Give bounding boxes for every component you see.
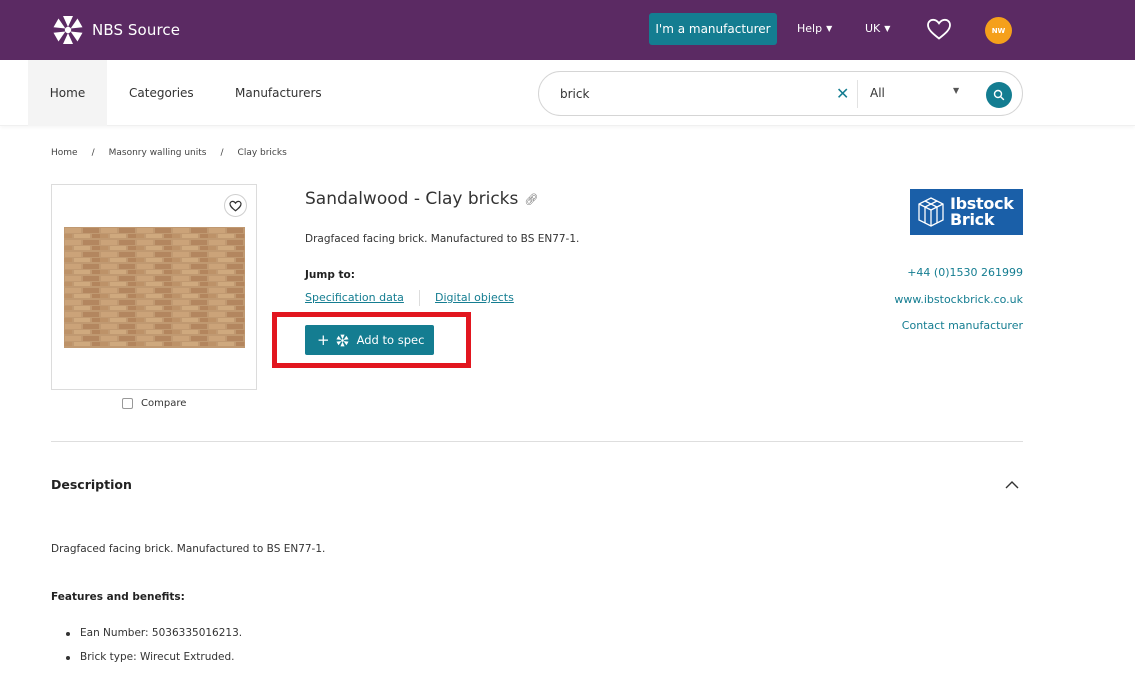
ibstock-cube-icon [918,197,944,227]
manufacturer-website[interactable]: www.ibstockbrick.co.uk [894,293,1023,306]
link-icon[interactable]: 🔗︎ [524,193,538,206]
product-title-text: Sandalwood - Clay bricks [305,189,519,209]
manufacturer-logo-text: Ibstock Brick [950,196,1014,228]
search-icon [993,89,1005,101]
region-menu[interactable]: UK ▼ [865,22,890,35]
section-divider [51,441,1023,442]
nbs-flower-icon [53,16,83,44]
chevron-down-icon: ▼ [884,24,891,33]
manufacturer-phone[interactable]: +44 (0)1530 261999 [907,266,1023,279]
breadcrumb-separator: / [91,148,95,158]
list-item: Brick type: Wirecut Extruded. [66,651,242,675]
jump-link-specification-data[interactable]: Specification data [305,291,404,304]
logo-line-2: Brick [950,210,995,229]
add-to-spec-button[interactable]: + Add to spec [305,325,434,355]
heart-icon [229,200,242,212]
breadcrumb: Home / Masonry walling units / Clay bric… [51,148,287,158]
close-icon[interactable]: ✕ [836,84,849,103]
search-button[interactable] [986,82,1012,108]
product-description: Dragfaced facing brick. Manufactured to … [305,233,580,245]
brand-name: NBS Source [92,21,181,39]
jump-to-label: Jump to: [305,269,355,281]
help-menu[interactable]: Help ▼ [797,22,832,35]
search-bar: ✕ All ▼ [538,71,1023,116]
compare-label: Compare [141,398,187,409]
compare-checkbox[interactable]: Compare [122,398,186,409]
user-avatar[interactable]: NW [985,17,1012,44]
search-divider [857,80,858,108]
product-image-card [51,184,257,390]
features-heading: Features and benefits: [51,591,185,603]
list-item: Ean Number: 5036335016213. [66,627,242,651]
contact-manufacturer-link[interactable]: Contact manufacturer [902,319,1023,332]
description-text: Dragfaced facing brick. Manufactured to … [51,543,326,555]
add-to-spec-label: Add to spec [356,333,425,347]
caret-down-icon[interactable]: ▼ [953,86,959,95]
nav-item-home[interactable]: Home [28,60,107,126]
search-scope-select[interactable]: All [870,86,885,100]
breadcrumb-clay-bricks[interactable]: Clay bricks [238,148,287,158]
description-heading[interactable]: Description [51,477,132,492]
checkbox-icon[interactable] [122,398,133,409]
features-list: Ean Number: 5036335016213. Brick type: W… [66,627,242,675]
chevron-up-icon[interactable] [1004,478,1020,492]
breadcrumb-masonry[interactable]: Masonry walling units [109,148,207,158]
nav-item-categories[interactable]: Categories [129,60,194,126]
nbs-flower-icon [336,334,349,346]
help-label: Help [797,22,823,35]
search-input[interactable] [560,85,820,103]
favourites-heart-icon[interactable] [926,17,952,41]
top-bar: NBS Source I'm a manufacturer Help ▼ UK … [0,0,1135,60]
jump-divider [419,290,420,306]
manufacturer-button[interactable]: I'm a manufacturer [649,13,777,45]
breadcrumb-home[interactable]: Home [51,148,78,158]
product-title: Sandalwood - Clay bricks 🔗︎ [305,189,538,209]
add-favourite-button[interactable] [224,194,247,217]
nbs-source-logo[interactable]: NBS Source [50,12,180,48]
jump-link-digital-objects[interactable]: Digital objects [435,291,514,304]
breadcrumb-separator: / [220,148,224,158]
manufacturer-logo[interactable]: Ibstock Brick [910,189,1023,235]
region-label: UK [865,22,881,35]
nav-item-manufacturers[interactable]: Manufacturers [235,60,322,126]
product-image[interactable] [64,227,245,348]
plus-icon: + [317,330,330,349]
chevron-down-icon: ▼ [826,24,833,33]
main-nav: Home Categories Manufacturers ✕ All ▼ [0,60,1135,126]
